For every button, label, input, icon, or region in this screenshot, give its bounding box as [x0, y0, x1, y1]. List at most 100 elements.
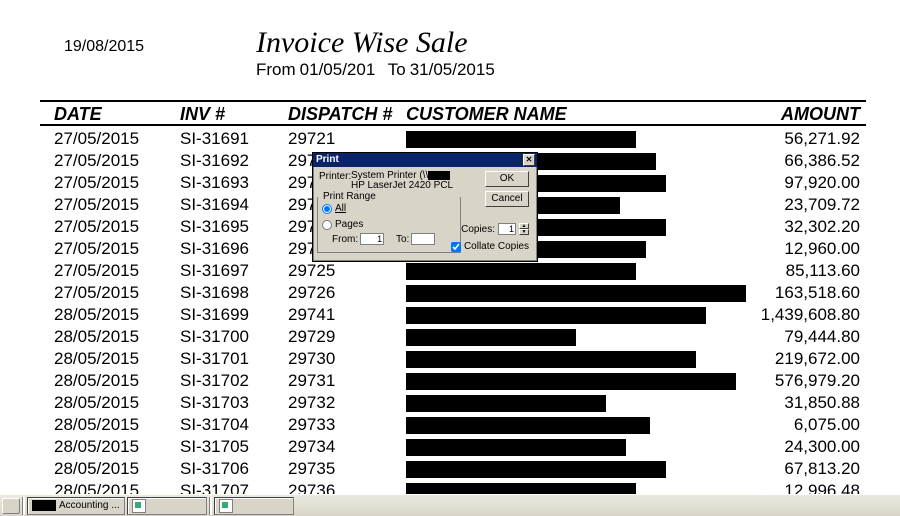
cell-inv: SI-31693 — [180, 173, 249, 193]
pages-from: From: — [332, 233, 384, 245]
table-row: 27/05/2015SI-3169829726163,518.60 — [40, 282, 866, 304]
to-label: To — [388, 60, 406, 79]
cell-date: 28/05/2015 — [54, 393, 139, 413]
spin-down-icon[interactable]: ▼ — [519, 229, 529, 235]
radio-all-input[interactable] — [322, 204, 332, 214]
table-row: 28/05/2015SI-31699297411,439,608.80 — [40, 304, 866, 326]
cell-inv: SI-31702 — [180, 371, 249, 391]
cell-date: 27/05/2015 — [54, 173, 139, 193]
cell-customer-redacted — [406, 373, 736, 390]
table-row: 28/05/2015SI-317062973567,813.20 — [40, 458, 866, 480]
copies-input[interactable] — [498, 223, 516, 235]
cell-customer-redacted — [406, 351, 696, 368]
print-range-title: Print Range — [321, 191, 378, 202]
cell-inv: SI-31705 — [180, 437, 249, 457]
cell-customer-redacted — [406, 131, 636, 148]
cell-customer-redacted — [406, 417, 650, 434]
cell-date: 27/05/2015 — [54, 151, 139, 171]
cell-inv: SI-31698 — [180, 283, 249, 303]
radio-pages[interactable]: Pages — [322, 219, 363, 230]
dialog-body: Printer: System Printer (\\ HP LaserJet … — [313, 167, 537, 175]
cell-date: 27/05/2015 — [54, 129, 139, 149]
cell-inv: SI-31691 — [180, 129, 249, 149]
print-date: 19/08/2015 — [64, 38, 144, 56]
col-customer: CUSTOMER NAME — [406, 104, 567, 125]
app-icon — [219, 499, 233, 513]
cell-amount: 12,960.00 — [784, 239, 860, 259]
cell-inv: SI-31703 — [180, 393, 249, 413]
start-button[interactable] — [2, 498, 20, 514]
pages-to-input[interactable] — [411, 233, 435, 245]
table-row: 28/05/2015SI-31704297336,075.00 — [40, 414, 866, 436]
table-row: 28/05/2015SI-317002972979,444.80 — [40, 326, 866, 348]
cell-inv: SI-31696 — [180, 239, 249, 259]
cell-dispatch: 29721 — [288, 129, 335, 149]
from-label: From — [256, 60, 296, 79]
taskbar-item-2[interactable] — [127, 497, 207, 515]
printer-label: Printer: — [319, 171, 351, 182]
copies-spinner[interactable]: ▲ ▼ — [519, 223, 529, 235]
cell-customer-redacted — [406, 461, 666, 478]
table-row: 28/05/2015SI-317032973231,850.88 — [40, 392, 866, 414]
pages-to: To: — [396, 233, 435, 245]
cell-date: 27/05/2015 — [54, 239, 139, 259]
cell-customer-redacted — [406, 285, 746, 302]
cell-date: 27/05/2015 — [54, 217, 139, 237]
cell-date: 28/05/2015 — [54, 305, 139, 325]
col-dispatch: DISPATCH # — [288, 104, 392, 125]
date-range: From01/05/201 To31/05/2015 — [256, 60, 495, 80]
table-row: 28/05/2015SI-317052973424,300.00 — [40, 436, 866, 458]
cell-amount: 576,979.20 — [775, 371, 860, 391]
print-dialog: Print ✕ Printer: System Printer (\\ HP L… — [312, 152, 538, 262]
pages-from-input[interactable] — [360, 233, 384, 245]
close-icon[interactable]: ✕ — [523, 154, 535, 166]
cancel-button[interactable]: Cancel — [485, 191, 529, 207]
to-date: 31/05/2015 — [410, 60, 495, 79]
cell-dispatch: 29730 — [288, 349, 335, 369]
cell-date: 28/05/2015 — [54, 327, 139, 347]
cell-dispatch: 29725 — [288, 261, 335, 281]
cell-date: 28/05/2015 — [54, 459, 139, 479]
radio-pages-input[interactable] — [322, 220, 332, 230]
cell-amount: 32,302.20 — [784, 217, 860, 237]
table-header: DATE INV # DISPATCH # CUSTOMER NAME AMOU… — [40, 100, 866, 126]
cell-amount: 1,439,608.80 — [761, 305, 860, 325]
taskbar[interactable]: Accounting ... — [0, 494, 900, 516]
cell-date: 28/05/2015 — [54, 349, 139, 369]
cell-dispatch: 29726 — [288, 283, 335, 303]
cell-inv: SI-31706 — [180, 459, 249, 479]
radio-all[interactable]: All — [322, 203, 346, 214]
taskbar-separator — [209, 497, 212, 515]
table-row: 28/05/2015SI-3170129730219,672.00 — [40, 348, 866, 370]
copies-field: Copies: ▲ ▼ — [461, 223, 529, 235]
cell-dispatch: 29733 — [288, 415, 335, 435]
app-icon — [132, 499, 146, 513]
cell-amount: 31,850.88 — [784, 393, 860, 413]
cell-customer-redacted — [406, 395, 606, 412]
cell-inv: SI-31694 — [180, 195, 249, 215]
cell-amount: 24,300.00 — [784, 437, 860, 457]
cell-dispatch: 29731 — [288, 371, 335, 391]
redacted-block — [428, 171, 450, 180]
cell-amount: 79,444.80 — [784, 327, 860, 347]
redacted-block — [32, 500, 56, 511]
cell-customer-redacted — [406, 263, 636, 280]
cell-amount: 67,813.20 — [784, 459, 860, 479]
cell-date: 28/05/2015 — [54, 437, 139, 457]
cell-customer-redacted — [406, 329, 576, 346]
taskbar-item-3[interactable] — [214, 497, 294, 515]
taskbar-separator — [22, 497, 25, 515]
cell-dispatch: 29741 — [288, 305, 335, 325]
collate-checkbox[interactable]: Collate Copies — [451, 241, 529, 252]
col-date: DATE — [54, 104, 102, 125]
cell-amount: 56,271.92 — [784, 129, 860, 149]
cell-inv: SI-31701 — [180, 349, 249, 369]
cell-inv: SI-31700 — [180, 327, 249, 347]
dialog-title-text: Print — [316, 154, 339, 165]
table-row: 27/05/2015 SI-31691 29721 56,271.92 — [40, 128, 866, 150]
from-date: 01/05/201 — [300, 60, 376, 79]
ok-button[interactable]: OK — [485, 171, 529, 187]
taskbar-item-1[interactable]: Accounting ... — [27, 497, 125, 515]
dialog-titlebar[interactable]: Print ✕ — [313, 153, 537, 167]
collate-input[interactable] — [451, 242, 461, 252]
